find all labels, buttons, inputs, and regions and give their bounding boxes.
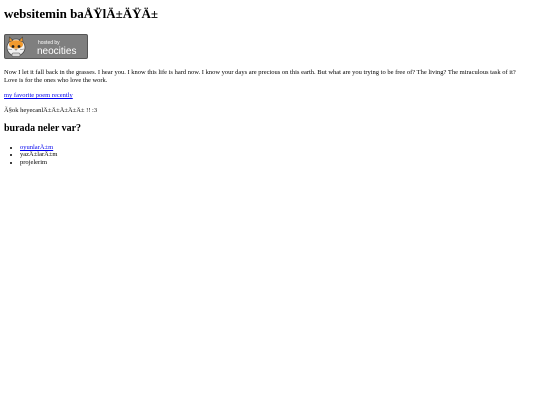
list-item-projects: projelerim	[20, 159, 528, 166]
list-item-games: oyunlarÄ±m	[20, 144, 528, 151]
contents-list: oyunlarÄ±m yazÄ±larÄ±m projelerim	[4, 144, 528, 166]
poem-link-row: my favorite poem recently	[4, 92, 528, 99]
neocities-badge-link[interactable]: hosted by neocities	[4, 33, 88, 67]
excited-line: Ã§ok heyecanlÄ±Ä±Ä±Ä±Ä± !! :3	[4, 107, 98, 115]
intro-paragraph: Now I let it fall back in the grasses. I…	[4, 69, 516, 84]
page-title: websitemin baÅŸlÄ±ÄŸÄ±	[4, 6, 159, 21]
page-root: websitemin baÅŸlÄ±ÄŸÄ± hosted by neociti…	[0, 0, 532, 166]
poem-link[interactable]: my favorite poem recently	[4, 92, 73, 99]
section-heading: burada neler var?	[4, 122, 82, 134]
games-link[interactable]: oyunlarÄ±m	[20, 144, 53, 151]
cat-icon	[6, 35, 26, 57]
list-item-writings: yazÄ±larÄ±m	[20, 151, 528, 158]
badge-line2: neocities	[37, 46, 76, 57]
neocities-badge: hosted by neocities	[4, 33, 88, 59]
